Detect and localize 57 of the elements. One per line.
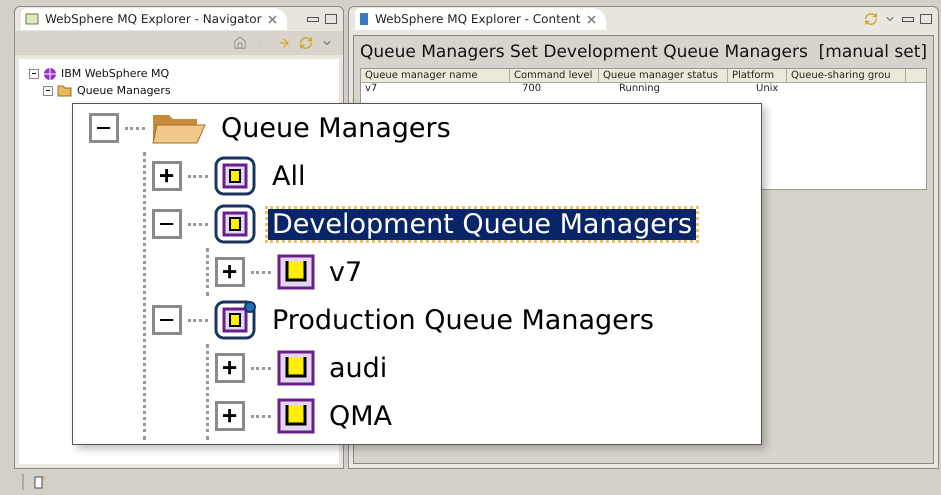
- expand-toggle[interactable]: [215, 257, 245, 287]
- plus-icon: [160, 169, 174, 183]
- tree-item[interactable]: v7: [325, 256, 366, 288]
- tree-item[interactable]: Queue Managers: [217, 112, 455, 144]
- expand-toggle[interactable]: [215, 353, 245, 383]
- plus-icon: [223, 265, 237, 279]
- view-tab[interactable]: WebSphere MQ Explorer - Content: [355, 8, 606, 30]
- tree-item[interactable]: QMA: [325, 400, 396, 432]
- tree-item[interactable]: Queue Managers: [77, 84, 171, 97]
- expand-toggle[interactable]: [152, 161, 182, 191]
- column-header[interactable]: Command level: [510, 69, 599, 82]
- minus-icon: [160, 318, 174, 322]
- plus-icon: [223, 409, 237, 423]
- table-cell-text: Unix: [755, 83, 780, 94]
- maximize-icon[interactable]: [325, 14, 337, 24]
- fast-view-icon[interactable]: [34, 475, 46, 489]
- collapse-toggle[interactable]: [29, 68, 39, 78]
- column-header[interactable]: Platform: [728, 69, 787, 82]
- book-icon: [359, 12, 369, 26]
- tree-item[interactable]: All: [268, 160, 310, 192]
- queue-manager-set-icon: [214, 204, 258, 244]
- collapse-toggle[interactable]: [89, 113, 119, 143]
- table-cell-text: v7: [364, 83, 378, 94]
- collapse-toggle[interactable]: [43, 86, 53, 96]
- minus-icon: [46, 90, 50, 92]
- queue-manager-icon: [277, 350, 315, 386]
- column-header[interactable]: Queue-sharing grou: [787, 69, 906, 82]
- tree-item[interactable]: audi: [325, 352, 392, 384]
- minimize-icon[interactable]: [902, 16, 914, 22]
- minus-icon: [32, 72, 36, 74]
- tree-item[interactable]: Development Queue Managers: [268, 208, 696, 240]
- close-icon[interactable]: [268, 14, 277, 24]
- queue-manager-set-icon: [214, 300, 258, 340]
- folder-icon: [57, 84, 73, 96]
- tree-item[interactable]: IBM WebSphere MQ: [61, 67, 170, 80]
- globe-icon: [43, 66, 57, 80]
- content-heading: Queue Managers Set Development Queue Managers: [360, 42, 808, 62]
- column-header[interactable]: Queue manager name: [361, 69, 510, 82]
- minus-icon: [160, 222, 174, 226]
- table-cell-text: 700: [521, 83, 542, 94]
- queue-manager-icon: [277, 398, 315, 434]
- navigator-icon: [25, 13, 39, 25]
- queue-manager-set-icon: [214, 156, 258, 196]
- view-tab[interactable]: WebSphere MQ Explorer - Navigator: [21, 8, 287, 30]
- queue-manager-icon: [277, 254, 315, 290]
- table-cell-text: Running: [618, 83, 661, 94]
- minimize-icon[interactable]: [307, 16, 319, 22]
- tree-item[interactable]: Production Queue Managers: [268, 304, 658, 336]
- minus-icon: [97, 126, 111, 130]
- plus-icon: [223, 361, 237, 375]
- collapse-toggle[interactable]: [152, 305, 182, 335]
- set-type-label: [manual set]: [818, 42, 927, 62]
- close-icon[interactable]: [586, 14, 596, 24]
- collapse-toggle[interactable]: [152, 209, 182, 239]
- column-header[interactable]: Queue manager status: [599, 69, 728, 82]
- maximize-icon[interactable]: [920, 14, 932, 24]
- expand-toggle[interactable]: [215, 401, 245, 431]
